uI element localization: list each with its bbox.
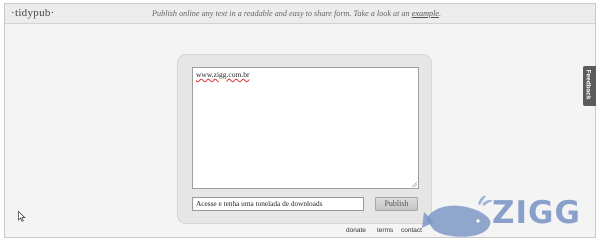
feedback-tab[interactable]: Feedback bbox=[583, 66, 596, 106]
top-bar: ·tidypub· Publish online any text in a r… bbox=[5, 4, 595, 24]
tagline-text: Publish online any text in a readable an… bbox=[152, 9, 412, 18]
zigg-watermark: ZIGG bbox=[420, 190, 598, 245]
whale-icon bbox=[422, 195, 493, 237]
text-editor[interactable]: www.zigg.com.br bbox=[192, 67, 419, 189]
title-input[interactable]: Acesse e tenha uma tonelada de downloads bbox=[192, 197, 364, 211]
feedback-label: Feedback bbox=[584, 69, 592, 100]
resize-handle-icon[interactable] bbox=[411, 181, 417, 187]
site-logo[interactable]: ·tidypub· bbox=[11, 7, 55, 19]
tagline-end: . bbox=[438, 9, 442, 18]
tagline: Publish online any text in a readable an… bbox=[152, 9, 441, 18]
footer-link-donate[interactable]: donate bbox=[346, 227, 366, 234]
footer-link-contact[interactable]: contact bbox=[401, 227, 422, 234]
example-link[interactable]: example bbox=[412, 9, 439, 18]
mouse-pointer-icon bbox=[18, 211, 26, 222]
watermark-text: ZIGG bbox=[492, 195, 581, 231]
publish-panel: www.zigg.com.br Acesse e tenha uma tonel… bbox=[177, 54, 432, 224]
publish-button[interactable]: Publish bbox=[375, 197, 418, 211]
editor-content: www.zigg.com.br bbox=[196, 70, 250, 79]
footer-link-terms[interactable]: terms bbox=[377, 227, 393, 234]
